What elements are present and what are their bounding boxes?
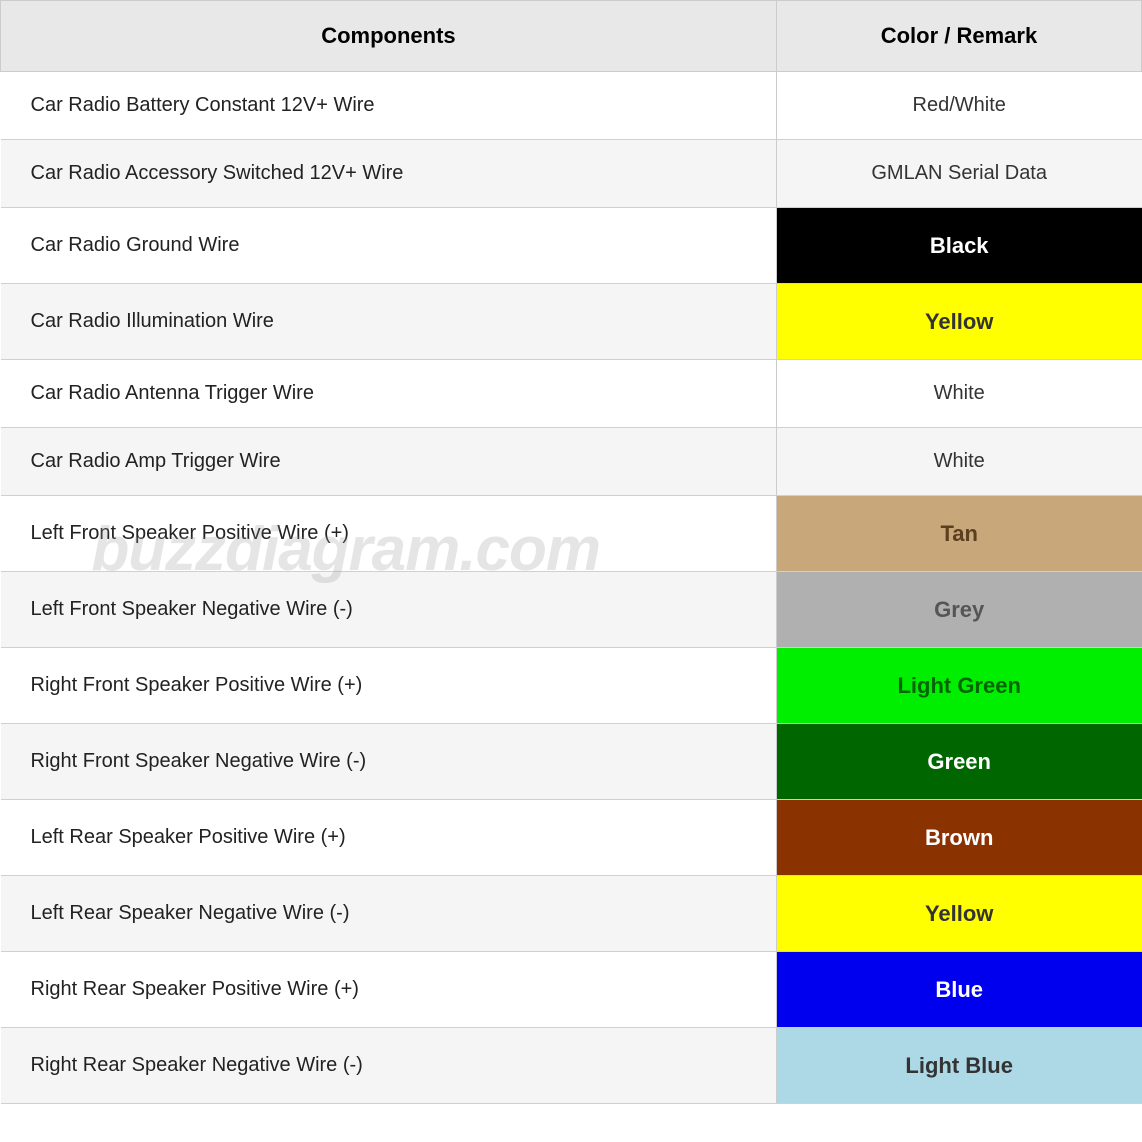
- table-row: Right Front Speaker Negative Wire (-)Gre…: [1, 724, 1142, 800]
- table-row: Right Rear Speaker Positive Wire (+)Blue: [1, 952, 1142, 1028]
- table-row: Car Radio Accessory Switched 12V+ WireGM…: [1, 140, 1142, 208]
- component-cell: Car Radio Amp Trigger Wire: [1, 428, 777, 496]
- component-cell: Car Radio Antenna Trigger Wire: [1, 360, 777, 428]
- color-cell: Blue: [776, 952, 1141, 1028]
- color-cell: White: [776, 360, 1141, 428]
- color-cell: Tan: [776, 496, 1141, 572]
- color-cell: GMLAN Serial Data: [776, 140, 1141, 208]
- component-cell: Car Radio Accessory Switched 12V+ Wire: [1, 140, 777, 208]
- table-row: Right Front Speaker Positive Wire (+)Lig…: [1, 648, 1142, 724]
- color-cell: Brown: [776, 800, 1141, 876]
- component-cell: Right Front Speaker Negative Wire (-): [1, 724, 777, 800]
- color-cell: Black: [776, 208, 1141, 284]
- table-row: Car Radio Ground WireBlack: [1, 208, 1142, 284]
- color-cell: White: [776, 428, 1141, 496]
- color-cell: Green: [776, 724, 1141, 800]
- component-cell: Left Front Speaker Negative Wire (-): [1, 572, 777, 648]
- color-cell: Grey: [776, 572, 1141, 648]
- component-cell: Left Rear Speaker Negative Wire (-): [1, 876, 777, 952]
- header-color-remark: Color / Remark: [776, 1, 1141, 72]
- table-row: Car Radio Antenna Trigger WireWhite: [1, 360, 1142, 428]
- color-cell: Light Blue: [776, 1028, 1141, 1104]
- component-cell: Car Radio Ground Wire: [1, 208, 777, 284]
- table-row: Car Radio Illumination WireYellow: [1, 284, 1142, 360]
- color-cell: Light Green: [776, 648, 1141, 724]
- table-row: Right Rear Speaker Negative Wire (-)Ligh…: [1, 1028, 1142, 1104]
- color-cell: Yellow: [776, 284, 1141, 360]
- component-cell: Right Rear Speaker Negative Wire (-): [1, 1028, 777, 1104]
- component-cell: Left Front Speaker Positive Wire (+): [1, 496, 777, 572]
- table-row: Left Rear Speaker Positive Wire (+)Brown: [1, 800, 1142, 876]
- wire-color-table: Components Color / Remark Car Radio Batt…: [0, 0, 1142, 1104]
- header-components: Components: [1, 1, 777, 72]
- color-cell: Red/White: [776, 72, 1141, 140]
- component-cell: Car Radio Battery Constant 12V+ Wire: [1, 72, 777, 140]
- component-cell: Left Rear Speaker Positive Wire (+): [1, 800, 777, 876]
- table-row: Car Radio Battery Constant 12V+ WireRed/…: [1, 72, 1142, 140]
- component-cell: Right Rear Speaker Positive Wire (+): [1, 952, 777, 1028]
- table-row: Left Front Speaker Positive Wire (+)Tan: [1, 496, 1142, 572]
- table-row: Car Radio Amp Trigger WireWhite: [1, 428, 1142, 496]
- color-cell: Yellow: [776, 876, 1141, 952]
- component-cell: Right Front Speaker Positive Wire (+): [1, 648, 777, 724]
- table-row: Left Front Speaker Negative Wire (-)Grey: [1, 572, 1142, 648]
- component-cell: Car Radio Illumination Wire: [1, 284, 777, 360]
- table-header-row: Components Color / Remark: [1, 1, 1142, 72]
- table-row: Left Rear Speaker Negative Wire (-)Yello…: [1, 876, 1142, 952]
